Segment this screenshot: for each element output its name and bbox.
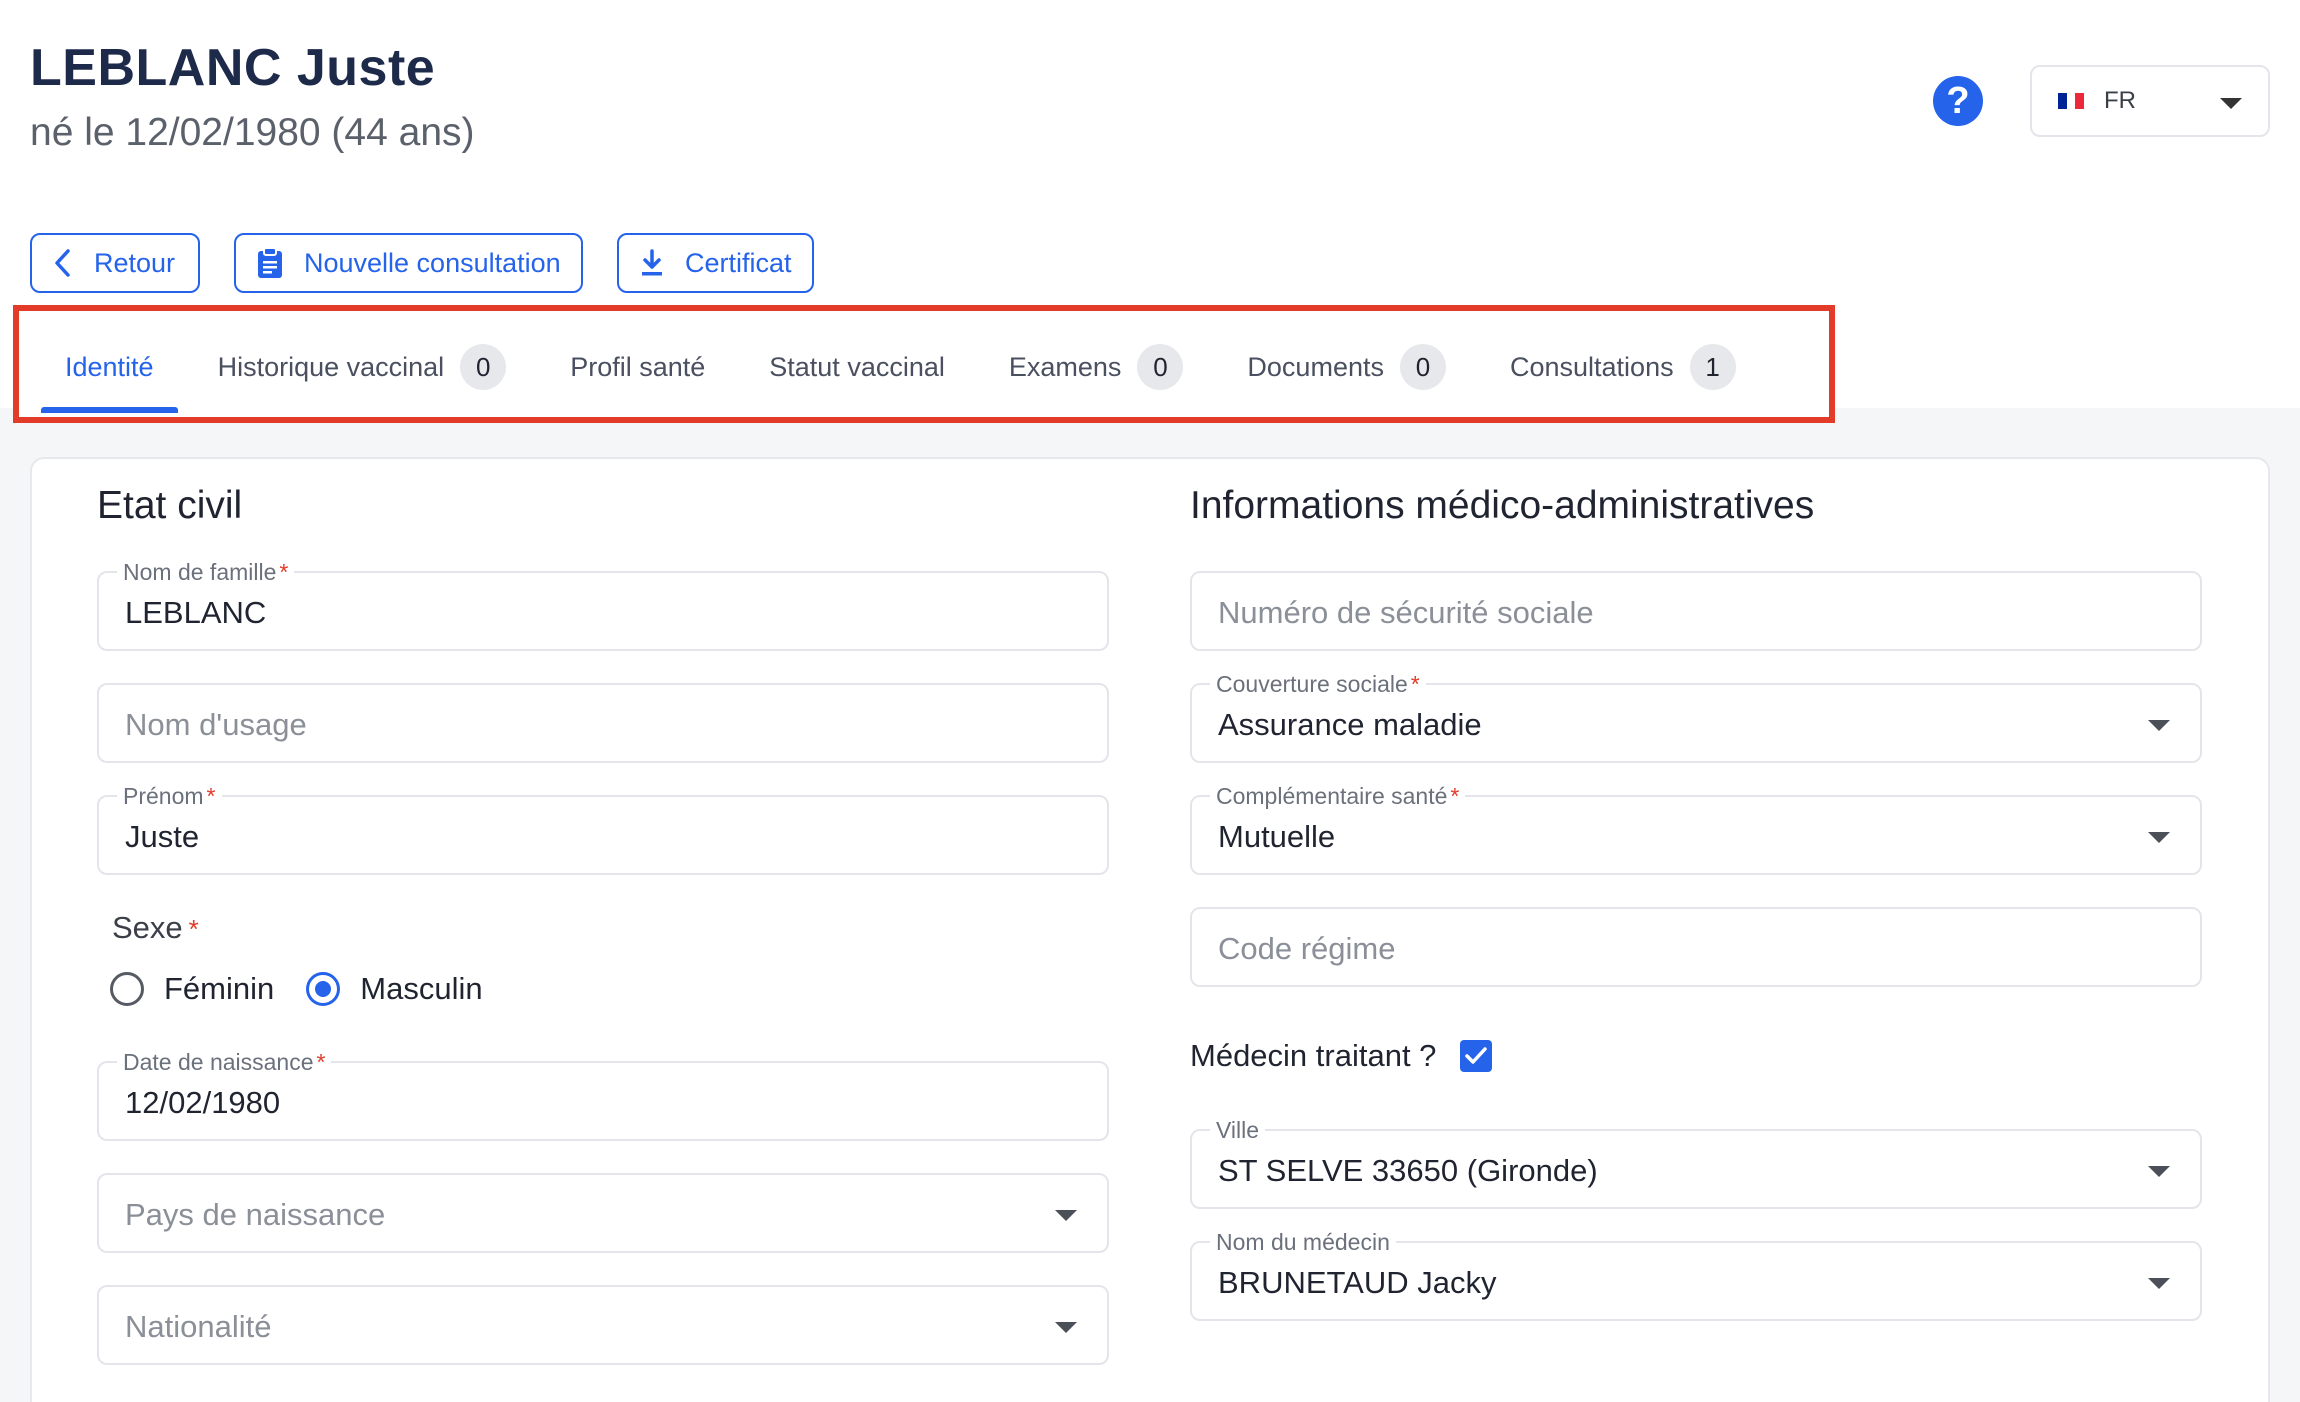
patient-header: LEBLANC Juste né le 12/02/1980 (44 ans) [30,36,475,158]
couverture-sociale-select[interactable]: Couverture sociale * Assurance maladie [1190,671,2202,763]
tab-documents[interactable]: Documents 0 [1223,325,1470,409]
count-badge: 0 [1399,344,1446,390]
radio-feminin[interactable] [110,972,144,1006]
field-placeholder: Code régime [1218,931,1396,966]
tab-consultations[interactable]: Consultations 1 [1486,325,1760,409]
caret-down-icon [2148,1166,2170,1177]
radio-label-masculin[interactable]: Masculin [360,971,482,1007]
tab-label: Statut vaccinal [769,351,945,382]
field-placeholder: Numéro de sécurité sociale [1218,595,1594,630]
patient-birth-info: né le 12/02/1980 (44 ans) [30,111,475,154]
nom-usage-field[interactable]: Nom d'usage [97,683,1109,763]
help-icon[interactable]: ? [1933,76,1983,126]
complementaire-sante-select[interactable]: Complémentaire santé * Mutuelle [1190,783,2202,875]
tab-examens[interactable]: Examens 0 [985,325,1208,409]
sexe-label: Sexe * [112,910,199,945]
certificate-button[interactable]: Certificat [617,233,814,293]
caret-down-icon [2148,720,2170,731]
new-consultation-button[interactable]: Nouvelle consultation [234,233,583,293]
field-value: LEBLANC [125,595,267,630]
download-icon [639,248,665,278]
action-bar: Retour Nouvelle consultation Certificat [30,233,814,293]
field-value: Mutuelle [1218,819,1336,854]
caret-down-icon [1055,1322,1077,1333]
certificate-button-label: Certificat [685,247,792,278]
etat-civil-title: Etat civil [97,484,243,527]
count-badge: 0 [460,344,507,390]
tabs-highlight: Identité Historique vaccinal 0 Profil sa… [13,305,1835,423]
radio-label-feminin[interactable]: Féminin [164,971,274,1007]
back-button[interactable]: Retour [30,233,200,293]
medecin-traitant-checkbox[interactable] [1460,1040,1493,1072]
pays-naissance-select[interactable]: Pays de naissance [97,1173,1109,1253]
medico-admin-title: Informations médico-administratives [1190,484,1815,527]
checkmark-icon [1465,1047,1488,1064]
nom-medecin-select[interactable]: Nom du médecin BRUNETAUD Jacky [1190,1229,2202,1321]
caret-down-icon [2220,98,2242,109]
ville-select[interactable]: Ville ST SELVE 33650 (Gironde) [1190,1117,2202,1209]
field-value: Assurance maladie [1218,707,1482,742]
field-value: BRUNETAUD Jacky [1218,1265,1497,1300]
tab-identite[interactable]: Identité [41,325,178,413]
tab-label: Profil santé [570,351,706,382]
tab-label: Historique vaccinal [217,351,445,382]
field-value: 12/02/1980 [125,1085,281,1120]
tab-profil-sante[interactable]: Profil santé [546,325,729,409]
tab-label: Identité [65,351,154,382]
tab-bar: Identité Historique vaccinal 0 Profil sa… [41,325,1776,413]
radio-masculin[interactable] [306,972,341,1006]
caret-down-icon [2148,832,2170,843]
caret-down-icon [1055,1210,1077,1221]
date-naissance-field[interactable]: Date de naissance * 12/02/1980 [97,1049,1109,1141]
back-button-label: Retour [94,247,176,278]
caret-down-icon [2148,1278,2170,1289]
french-flag-icon [2058,93,2085,109]
field-placeholder: Pays de naissance [125,1197,386,1232]
patient-name: LEBLANC Juste [30,39,436,97]
tab-label: Documents [1247,351,1384,382]
nationalite-select[interactable]: Nationalité [97,1285,1109,1365]
sexe-radio-group: Féminin Masculin [110,971,515,1007]
field-placeholder: Nom d'usage [125,707,307,742]
tab-label: Examens [1008,351,1122,382]
tab-historique-vaccinal[interactable]: Historique vaccinal 0 [194,325,531,409]
field-placeholder: Nationalité [125,1309,272,1344]
nom-famille-field[interactable]: Nom de famille * LEBLANC [97,559,1109,651]
new-consultation-label: Nouvelle consultation [304,247,561,278]
language-select[interactable]: FR [2030,65,2270,137]
prenom-field[interactable]: Prénom * Juste [97,783,1109,875]
count-badge: 1 [1689,344,1736,390]
tab-statut-vaccinal[interactable]: Statut vaccinal [745,325,969,409]
chevron-left-icon [52,248,74,278]
field-value: Juste [125,819,200,854]
securite-sociale-field[interactable]: Numéro de sécurité sociale [1190,571,2202,651]
tab-label: Consultations [1509,351,1674,382]
code-regime-field[interactable]: Code régime [1190,907,2202,987]
count-badge: 0 [1137,344,1184,390]
language-label: FR [2104,87,2136,114]
clipboard-icon [256,247,284,279]
medecin-traitant-label: Médecin traitant ? [1190,1038,1437,1073]
medecin-traitant-row: Médecin traitant ? [1190,1038,1493,1074]
field-value: ST SELVE 33650 (Gironde) [1218,1153,1598,1188]
